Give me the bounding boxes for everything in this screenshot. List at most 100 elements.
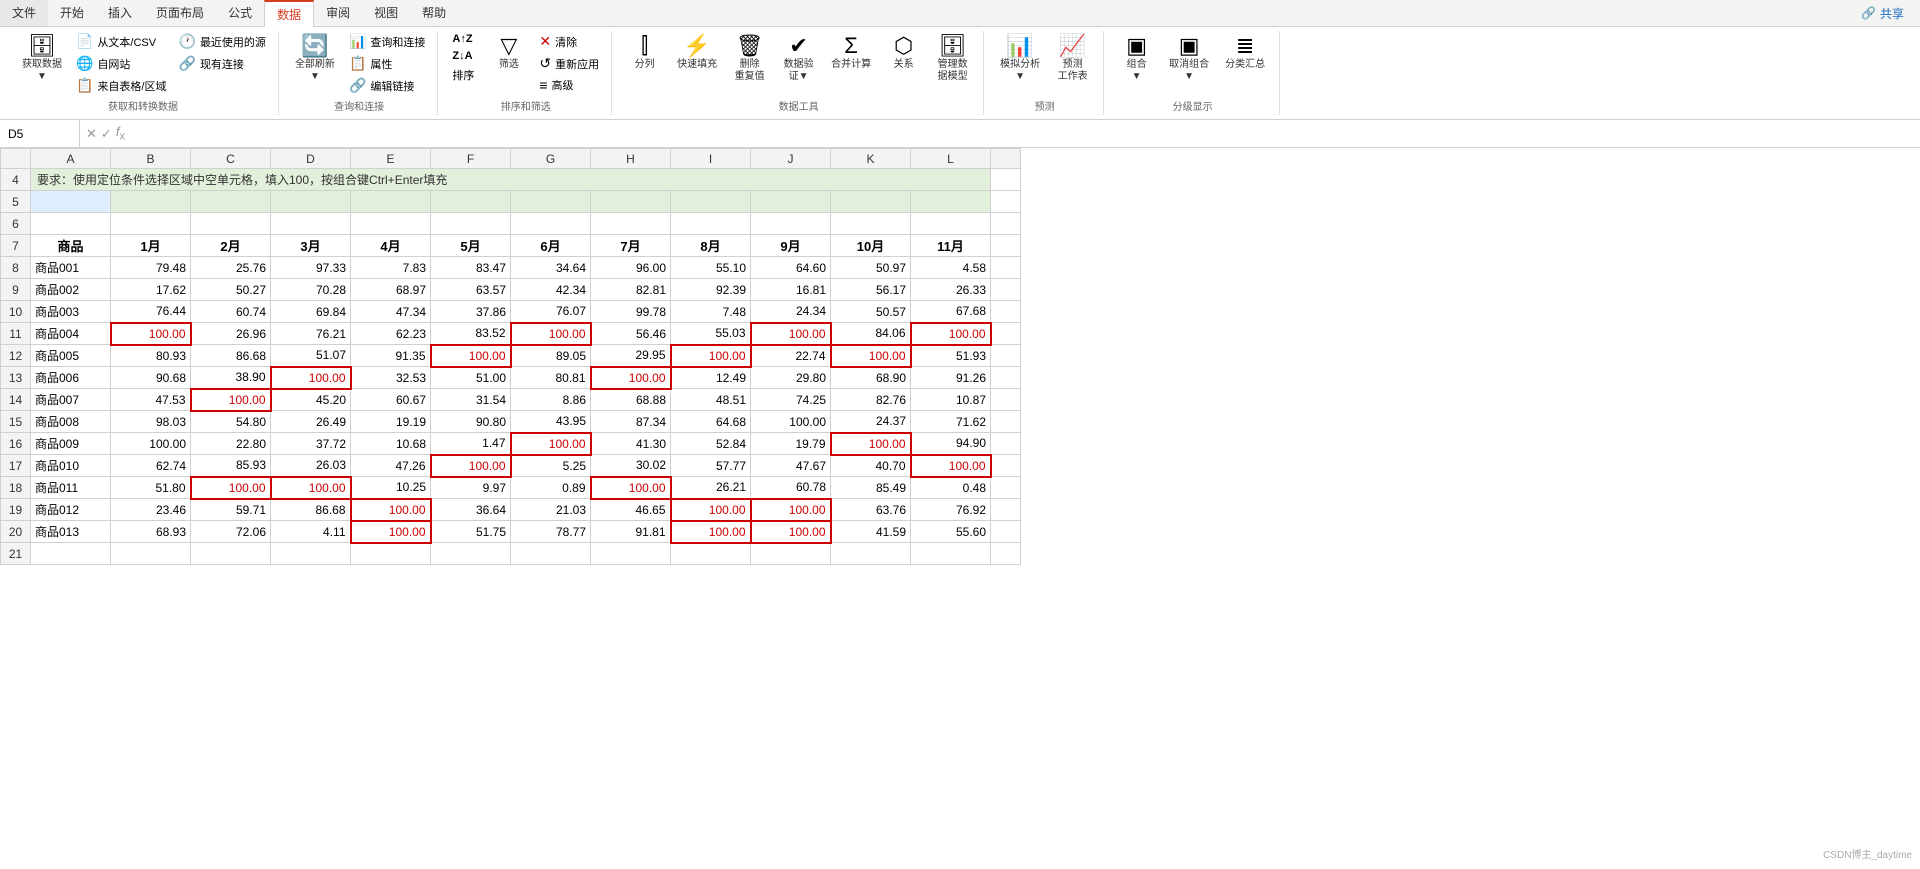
table-cell[interactable]: 64.60 xyxy=(751,257,831,279)
table-cell[interactable]: 2月 xyxy=(191,235,271,257)
row-header[interactable]: 11 xyxy=(1,323,31,345)
table-cell[interactable]: 72.06 xyxy=(191,521,271,543)
table-cell[interactable]: 100.00 xyxy=(831,433,911,455)
table-cell[interactable]: 83.52 xyxy=(431,323,511,345)
table-cell[interactable]: 22.80 xyxy=(191,433,271,455)
insert-function-icon[interactable]: fx xyxy=(116,124,125,143)
table-cell[interactable]: 78.77 xyxy=(511,521,591,543)
table-cell[interactable]: 83.47 xyxy=(431,257,511,279)
table-cell[interactable]: 商品009 xyxy=(31,433,111,455)
row-header[interactable]: 19 xyxy=(1,499,31,521)
table-cell[interactable]: 50.27 xyxy=(191,279,271,301)
table-cell[interactable]: 100.00 xyxy=(111,433,191,455)
table-cell[interactable]: 85.49 xyxy=(831,477,911,499)
table-cell[interactable]: 0.89 xyxy=(511,477,591,499)
table-cell[interactable]: 47.26 xyxy=(351,455,431,477)
table-cell[interactable] xyxy=(511,213,591,235)
table-cell[interactable]: 64.68 xyxy=(671,411,751,433)
from-web-button[interactable]: 🌐 自网站 xyxy=(72,53,171,74)
table-cell[interactable]: 54.80 xyxy=(191,411,271,433)
table-cell[interactable]: 41.59 xyxy=(831,521,911,543)
cell-reference-box[interactable]: D5 xyxy=(0,120,80,147)
table-cell[interactable]: 63.57 xyxy=(431,279,511,301)
col-header-B[interactable]: B xyxy=(111,149,191,169)
sort-desc-button[interactable]: Z↓A xyxy=(448,48,478,64)
tab-home[interactable]: 开始 xyxy=(48,0,96,26)
edit-links-button[interactable]: 🔗 编辑链接 xyxy=(345,75,429,96)
table-cell[interactable] xyxy=(591,543,671,565)
table-cell[interactable]: 100.00 xyxy=(751,411,831,433)
table-cell[interactable]: 100.00 xyxy=(271,367,351,389)
table-cell[interactable]: 商品003 xyxy=(31,301,111,323)
subtotal-button[interactable]: ≣ 分类汇总 xyxy=(1219,31,1271,75)
table-cell[interactable]: 34.64 xyxy=(511,257,591,279)
row-header[interactable]: 7 xyxy=(1,235,31,257)
sort-button[interactable]: 排序 xyxy=(448,65,478,85)
table-cell[interactable]: 90.80 xyxy=(431,411,511,433)
table-cell[interactable]: 26.49 xyxy=(271,411,351,433)
table-cell[interactable] xyxy=(911,213,991,235)
table-cell[interactable]: 100.00 xyxy=(671,345,751,367)
table-cell[interactable] xyxy=(191,191,271,213)
table-cell[interactable] xyxy=(111,191,191,213)
table-cell[interactable]: 22.74 xyxy=(751,345,831,367)
table-cell[interactable]: 100.00 xyxy=(751,499,831,521)
tab-formula[interactable]: 公式 xyxy=(216,0,264,26)
group-button[interactable]: ▣ 组合▼ xyxy=(1114,31,1159,87)
table-cell[interactable] xyxy=(831,213,911,235)
table-cell[interactable]: 63.76 xyxy=(831,499,911,521)
table-cell[interactable]: 55.60 xyxy=(911,521,991,543)
table-cell[interactable] xyxy=(671,543,751,565)
table-cell[interactable]: 24.34 xyxy=(751,301,831,323)
table-cell[interactable]: 100.00 xyxy=(111,323,191,345)
table-cell[interactable] xyxy=(431,191,511,213)
table-cell[interactable]: 7.48 xyxy=(671,301,751,323)
table-cell[interactable]: 87.34 xyxy=(591,411,671,433)
consolidate-button[interactable]: Σ 合并计算 xyxy=(825,31,877,75)
sort-asc-button[interactable]: A↑Z xyxy=(448,31,478,47)
table-cell[interactable]: 37.86 xyxy=(431,301,511,323)
col-header-I[interactable]: I xyxy=(671,149,751,169)
col-header-F[interactable]: F xyxy=(431,149,511,169)
row-header[interactable]: 9 xyxy=(1,279,31,301)
table-cell[interactable]: 9.97 xyxy=(431,477,511,499)
table-cell[interactable]: 商品 xyxy=(31,235,111,257)
table-cell[interactable] xyxy=(591,191,671,213)
table-cell[interactable]: 21.03 xyxy=(511,499,591,521)
table-cell[interactable]: 商品008 xyxy=(31,411,111,433)
cancel-formula-icon[interactable]: ✕ xyxy=(86,126,97,142)
table-cell[interactable]: 47.34 xyxy=(351,301,431,323)
row-header[interactable]: 18 xyxy=(1,477,31,499)
table-cell[interactable]: 19.19 xyxy=(351,411,431,433)
table-cell[interactable]: 100.00 xyxy=(751,323,831,345)
table-cell[interactable] xyxy=(351,213,431,235)
table-cell[interactable]: 10.25 xyxy=(351,477,431,499)
table-cell[interactable]: 商品006 xyxy=(31,367,111,389)
table-cell[interactable]: 52.84 xyxy=(671,433,751,455)
table-cell[interactable]: 100.00 xyxy=(591,477,671,499)
row-header[interactable]: 8 xyxy=(1,257,31,279)
row-header[interactable]: 14 xyxy=(1,389,31,411)
table-cell[interactable] xyxy=(351,191,431,213)
table-cell[interactable]: 36.64 xyxy=(431,499,511,521)
tab-insert[interactable]: 插入 xyxy=(96,0,144,26)
tab-page-layout[interactable]: 页面布局 xyxy=(144,0,216,26)
row-header[interactable]: 10 xyxy=(1,301,31,323)
row-header[interactable]: 6 xyxy=(1,213,31,235)
table-cell[interactable]: 40.70 xyxy=(831,455,911,477)
recent-sources-button[interactable]: 🕐 最近使用的源 xyxy=(175,31,270,52)
row-header[interactable]: 5 xyxy=(1,191,31,213)
row-header[interactable]: 13 xyxy=(1,367,31,389)
table-cell[interactable]: 51.00 xyxy=(431,367,511,389)
tab-file[interactable]: 文件 xyxy=(0,0,48,26)
table-cell[interactable]: 100.00 xyxy=(271,477,351,499)
table-cell[interactable]: 23.46 xyxy=(111,499,191,521)
table-cell[interactable]: 100.00 xyxy=(591,367,671,389)
table-cell[interactable]: 59.71 xyxy=(191,499,271,521)
table-cell[interactable]: 51.75 xyxy=(431,521,511,543)
table-cell[interactable]: 37.72 xyxy=(271,433,351,455)
table-cell[interactable]: 48.51 xyxy=(671,389,751,411)
table-cell[interactable] xyxy=(431,543,511,565)
table-cell[interactable]: 60.74 xyxy=(191,301,271,323)
table-cell[interactable]: 26.33 xyxy=(911,279,991,301)
